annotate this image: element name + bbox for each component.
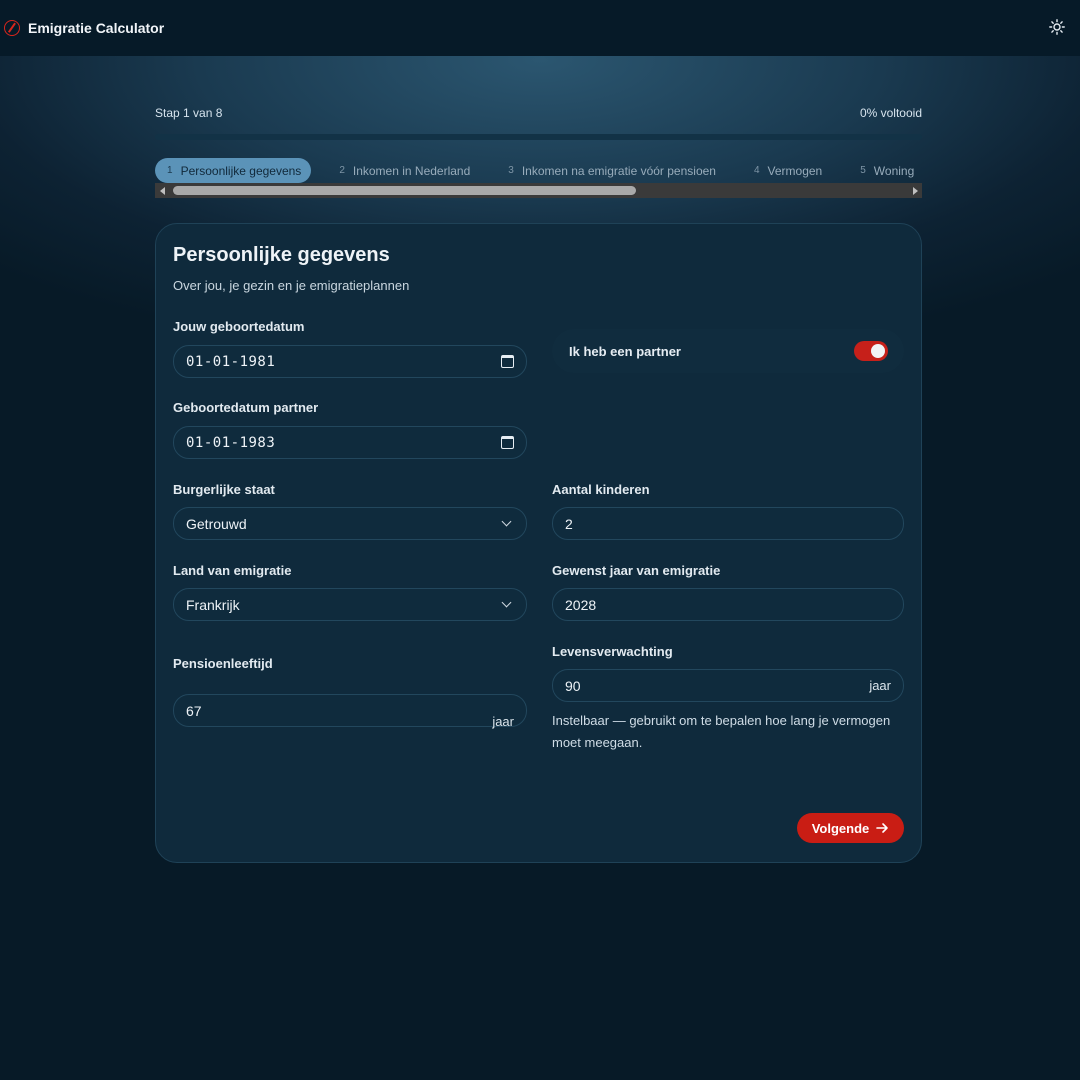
step-counter: Stap 1 van 8 bbox=[155, 106, 223, 120]
top-bar: Emigratie Calculator bbox=[0, 0, 1080, 56]
compass-icon bbox=[4, 20, 20, 36]
step-number: 4 bbox=[753, 165, 760, 176]
scrollbar-thumb[interactable] bbox=[173, 186, 636, 195]
step-label: Woning bbox=[873, 163, 915, 178]
life-expectancy-label: Levensverwachting bbox=[552, 644, 673, 659]
children-value: 2 bbox=[565, 515, 573, 532]
pension-age-input[interactable]: 67 jaar bbox=[173, 694, 527, 729]
step-number: 5 bbox=[860, 165, 866, 176]
step-tab-assets[interactable]: 4 Vermogen bbox=[742, 158, 832, 183]
scroll-right-arrow-icon[interactable] bbox=[908, 183, 922, 198]
partner-birthdate-label: Geboortedatum partner bbox=[173, 400, 319, 415]
country-value: Frankrijk bbox=[186, 596, 240, 613]
progress-percent: 0% voltooid bbox=[859, 106, 922, 120]
partner-toggle-switch[interactable] bbox=[854, 341, 888, 361]
birthdate-input[interactable]: 01-01-1981 bbox=[173, 345, 527, 378]
step-label: Persoonlijke gegevens bbox=[180, 163, 302, 178]
partner-birthdate-value: 01-01-1983 bbox=[186, 434, 276, 451]
children-input[interactable]: 2 bbox=[552, 507, 904, 540]
progress-section: Stap 1 van 8 0% voltooid bbox=[155, 106, 922, 140]
life-expectancy-help-text: Instelbaar — gebruikt om te bepalen hoe … bbox=[552, 713, 891, 750]
form-card: Persoonlijke gegevens Over jou, je gezin… bbox=[155, 223, 922, 863]
card-subtitle: Over jou, je gezin en je emigratieplanne… bbox=[173, 278, 410, 293]
step-navigation: 1 Persoonlijke gegevens 2 Inkomen in Ned… bbox=[155, 158, 922, 198]
horizontal-scrollbar[interactable] bbox=[155, 183, 922, 198]
step-tab-personal[interactable]: 1 Persoonlijke gegevens bbox=[155, 158, 312, 183]
birthdate-label: Jouw geboortedatum bbox=[173, 319, 305, 334]
partner-toggle-row: Ik heb een partner bbox=[552, 329, 904, 373]
birthdate-value: 01-01-1981 bbox=[186, 353, 276, 370]
calendar-icon[interactable] bbox=[501, 436, 514, 449]
toggle-knob bbox=[871, 344, 885, 358]
chevron-down-icon bbox=[501, 597, 512, 608]
progress-bar bbox=[155, 134, 922, 140]
partner-birthdate-input[interactable]: 01-01-1983 bbox=[173, 426, 527, 459]
sun-icon bbox=[1049, 19, 1065, 35]
emigration-year-value: 2028 bbox=[565, 596, 597, 613]
card-title: Persoonlijke gegevens bbox=[173, 244, 390, 266]
civil-status-value: Getrouwd bbox=[186, 515, 247, 532]
step-label: Vermogen bbox=[767, 163, 823, 178]
step-tab-income-nl[interactable]: 2 Inkomen in Nederland bbox=[327, 158, 480, 183]
emigration-year-label: Gewenst jaar van emigratie bbox=[552, 563, 721, 578]
chevron-down-icon bbox=[501, 516, 512, 527]
next-button[interactable]: Volgende bbox=[797, 813, 904, 843]
civil-status-select[interactable]: Getrouwd bbox=[173, 507, 527, 540]
step-tab-housing[interactable]: 5 Woning bbox=[848, 158, 922, 183]
step-label: Inkomen na emigratie vóór pensioen bbox=[521, 163, 716, 178]
partner-toggle-label: Ik heb een partner bbox=[569, 343, 681, 359]
civil-status-label: Burgerlijke staat bbox=[173, 482, 275, 497]
next-button-label: Volgende bbox=[811, 820, 870, 836]
life-expectancy-value: 90 bbox=[565, 677, 581, 694]
pension-age-value: 67 bbox=[186, 702, 202, 719]
pension-age-unit: jaar bbox=[492, 714, 514, 729]
children-label: Aantal kinderen bbox=[552, 482, 650, 497]
country-label: Land van emigratie bbox=[173, 563, 292, 578]
app-title: Emigratie Calculator bbox=[28, 20, 165, 36]
calendar-icon[interactable] bbox=[501, 355, 514, 368]
country-select[interactable]: Frankrijk bbox=[173, 588, 527, 621]
step-number: 3 bbox=[508, 165, 514, 176]
step-tab-income-after-emigration[interactable]: 3 Inkomen na emigratie vóór pensioen bbox=[496, 158, 726, 183]
step-label: Inkomen in Nederland bbox=[352, 163, 471, 178]
step-number: 1 bbox=[167, 165, 173, 176]
theme-toggle-button[interactable] bbox=[1046, 16, 1068, 38]
scroll-left-arrow-icon[interactable] bbox=[155, 183, 169, 198]
life-expectancy-unit: jaar bbox=[869, 678, 891, 693]
pension-age-label: Pensioenleeftijd bbox=[173, 656, 273, 671]
step-number: 2 bbox=[339, 165, 345, 176]
emigration-year-input[interactable]: 2028 bbox=[552, 588, 904, 621]
arrow-right-icon bbox=[876, 823, 889, 833]
life-expectancy-input[interactable]: 90 jaar bbox=[552, 669, 904, 702]
